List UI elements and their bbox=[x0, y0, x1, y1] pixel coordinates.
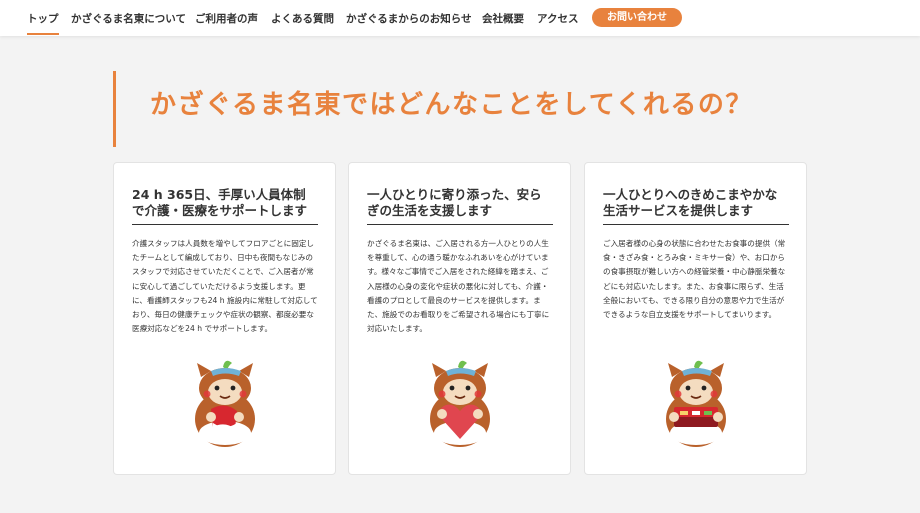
service-card-support: 一人ひとりに寄り添った、安らぎの生活を支援します かざぐるま名東は、ご入居される… bbox=[348, 162, 571, 475]
section-heading: かざぐるま名東ではどんなことをしてくれるの？ bbox=[150, 90, 753, 120]
card-title: 一人ひとりに寄り添った、安らぎの生活を支援します bbox=[367, 187, 542, 218]
nav-item-testimonials[interactable]: ご利用者の声 bbox=[195, 11, 258, 26]
card-divider bbox=[603, 224, 789, 225]
card-body: ご入居者様の心身の状態に合わせたお食事の提供（常食・きざみ食・とろみ食・ミキサー… bbox=[603, 239, 786, 320]
nav-item-top[interactable]: トップ bbox=[27, 11, 59, 35]
service-card-staffing: 24 h 365日、手厚い人員体制で介護・医療をサポートします 介護スタッフは人… bbox=[113, 162, 336, 475]
nav-item-news[interactable]: かざぐるまからのお知らせ bbox=[346, 11, 472, 26]
service-card-lifestyle: 一人ひとりへのきめこまやかな生活サービスを提供します ご入居者様の心身の状態に合… bbox=[584, 162, 807, 475]
card-body: かざぐるま名東は、ご入居される方一人ひとりの人生を尊重して、心の通う暖かなふれあ… bbox=[367, 239, 550, 334]
top-nav: トップ かざぐるま名東について ご利用者の声 よくある質問 かざぐるまからのお知… bbox=[0, 0, 920, 36]
card-body: 介護スタッフは人員数を増やしてフロアごとに固定したチームとして編成しており、日中… bbox=[132, 239, 318, 334]
nav-item-about[interactable]: かざぐるま名東について bbox=[71, 11, 186, 26]
nav-item-access[interactable]: アクセス bbox=[537, 11, 578, 26]
mascot-holding-lunchbox-icon bbox=[666, 360, 726, 447]
mascot-holding-heart-icon bbox=[430, 360, 490, 447]
card-title: 24 h 365日、手厚い人員体制で介護・医療をサポートします bbox=[132, 187, 308, 218]
nav-item-faq[interactable]: よくある質問 bbox=[271, 11, 334, 26]
contact-button[interactable]: お問い合わせ bbox=[592, 8, 682, 27]
mascot-holding-towel-icon bbox=[195, 360, 255, 447]
nav-item-company[interactable]: 会社概要 bbox=[482, 11, 524, 26]
card-divider bbox=[132, 224, 318, 225]
card-title: 一人ひとりへのきめこまやかな生活サービスを提供します bbox=[603, 187, 778, 218]
card-divider bbox=[367, 224, 553, 225]
heading-accent-bar bbox=[113, 71, 116, 147]
